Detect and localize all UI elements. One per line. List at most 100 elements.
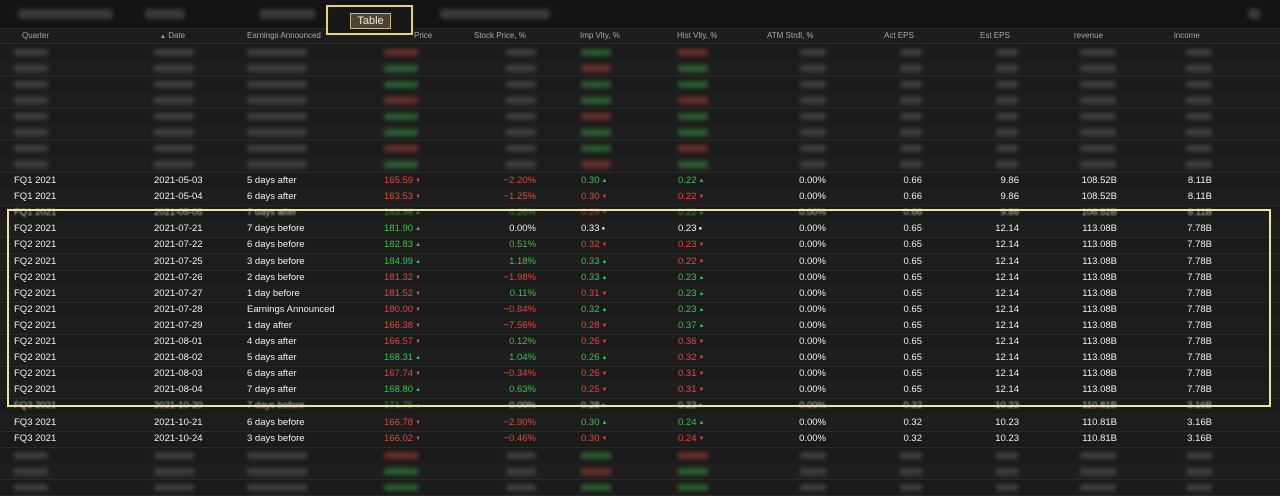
blurred-cell (14, 81, 48, 88)
quarter-cell-value: FQ2 2021 (14, 352, 57, 364)
table-row[interactable]: FQ3 2021 2021-10-21 6 days before 166.78 ▼ −2… (0, 414, 1280, 432)
act-eps-cell-value: 0.65 (903, 255, 923, 267)
up-arrow-icon: ▲ (698, 210, 705, 217)
blurred-cell (678, 161, 708, 168)
est-eps-cell: 12.14 (995, 384, 1019, 395)
blurred-cell (1080, 452, 1116, 459)
revenue-cell-value: 113.08B (1082, 336, 1117, 347)
act-eps-cell: 0.66 (904, 207, 923, 218)
col-header-income[interactable]: income (1174, 31, 1200, 40)
stock-price-pct-cell: −0.84% (504, 304, 537, 315)
down-arrow-icon: ▼ (601, 371, 608, 378)
revenue-cell-value: 110.81B (1082, 416, 1117, 428)
stock-price-pct-cell: 0.63% (509, 384, 536, 395)
income-cell: 7.78B (1187, 368, 1212, 379)
revenue-cell-value: 110.81B (1082, 432, 1117, 444)
atm-strdl-cell-value: 0.00% (799, 239, 826, 251)
revenue-cell: 110.81B (1082, 433, 1117, 444)
table-row[interactable]: FQ3 2021 2021-10-24 3 days before 166.02 ▼ −0… (0, 431, 1280, 448)
toolbar-title-blurred (18, 9, 113, 19)
atm-strdl-cell: 0.00% (799, 239, 826, 250)
table-row[interactable]: FQ2 2021 2021-07-27 1 day before 181.52 ▼ 0.1… (0, 285, 1280, 303)
col-header-stock-price-pct[interactable]: Stock Price, % (474, 31, 526, 40)
table-row[interactable]: FQ2 2021 2021-07-28 Earnings Announced 180.… (0, 302, 1280, 319)
stock-price-pct-cell: −2.90% (504, 417, 537, 428)
imp-vlty-cell: 0.30 ▲ (581, 175, 607, 186)
hist-vlty-cell-value: 0.32 (678, 352, 697, 364)
table-row[interactable]: FQ1 2021 2021-05-05 7 days after 163.96 ▲ 0.2… (0, 205, 1280, 223)
col-header-est-eps[interactable]: Est EPS (980, 31, 1010, 40)
revenue-cell: 113.08B (1082, 304, 1117, 315)
earnings-announced-cell: 3 days before (247, 433, 305, 444)
col-header-price[interactable]: Price (414, 31, 432, 40)
quarter-cell: FQ1 2021 (14, 191, 56, 202)
toolbar-item-blurred[interactable] (440, 9, 550, 19)
blurred-cell (14, 161, 48, 168)
est-eps-cell-value: 9.86 (1000, 175, 1020, 186)
col-header-imp-vlty[interactable]: Imp Vlty, % (580, 31, 620, 40)
col-header-quarter[interactable]: Quarter (22, 31, 49, 40)
table-row[interactable]: FQ2 2021 2021-07-22 6 days before 182.83 ▲ 0.… (0, 237, 1280, 255)
table-row[interactable]: FQ2 2021 2021-08-01 4 days after 166.57 ▼ 0.1… (0, 334, 1280, 351)
quarter-cell-value: FQ1 2021 (14, 207, 57, 219)
table-row[interactable]: FQ2 2021 2021-07-26 2 days before 181.32 ▼ −1… (0, 270, 1280, 287)
quarter-cell: FQ2 2021 (14, 239, 56, 250)
hist-vlty-cell: 0.31 ▼ (678, 384, 704, 395)
date-cell: 2021-07-26 (154, 272, 203, 283)
table-row[interactable]: FQ2 2021 2021-08-03 6 days after 167.74 ▼ −0.… (0, 366, 1280, 384)
down-arrow-icon: ▼ (698, 435, 705, 442)
quarter-cell: FQ2 2021 (14, 272, 56, 283)
table-row[interactable]: FQ2 2021 2021-08-02 5 days after 168.31 ▲ 1.0… (0, 350, 1280, 368)
hist-vlty-cell-value: 0.23 (678, 287, 697, 299)
atm-strdl-cell-value: 0.00% (799, 223, 826, 235)
atm-strdl-cell-value: 0.00% (799, 271, 826, 283)
table-row[interactable]: FQ2 2021 2021-07-29 1 day after 166.38 ▼ −7.5… (0, 317, 1280, 335)
blurred-cell (14, 145, 48, 152)
sort-ascending-icon: ▲ (160, 34, 166, 40)
est-eps-cell-value: 10.23 (995, 416, 1019, 428)
up-arrow-icon: ▲ (698, 322, 705, 329)
hist-vlty-cell-value: 0.24 (678, 416, 697, 428)
col-header-atm-strdl[interactable]: ATM Strdl, % (767, 31, 814, 40)
toolbar-corner-icon[interactable] (1248, 9, 1260, 19)
table-row[interactable]: FQ1 2021 2021-05-03 5 days after 165.59 ▼ −2.… (0, 173, 1280, 190)
price-cell-value: 171.75 (384, 400, 414, 412)
table-row[interactable]: FQ2 2021 2021-07-25 3 days before 184.99 ▲ 1.… (0, 253, 1280, 271)
income-cell: 7.78B (1187, 384, 1212, 395)
col-header-act-eps[interactable]: Act EPS (884, 31, 914, 40)
table-header: Quarter ▲ Date Earnings Announced Price … (0, 29, 1280, 44)
blurred-cell (678, 452, 708, 459)
toolbar-item-blurred[interactable] (260, 9, 315, 19)
col-header-earnings-announced[interactable]: Earnings Announced (247, 31, 321, 40)
table-row[interactable]: FQ2 2021 2021-07-21 7 days before 181.90 ▲ 0.… (0, 221, 1280, 239)
col-header-date-wrap[interactable]: ▲ Date (160, 31, 185, 40)
imp-vlty-cell-value: 0.32 (581, 303, 600, 315)
stock-price-pct-cell-value: 0.11% (509, 287, 536, 299)
col-header-revenue[interactable]: revenue (1074, 31, 1103, 40)
date-cell: 2021-05-03 (154, 175, 203, 186)
hist-vlty-cell: 0.36 ▼ (678, 336, 704, 347)
blurred-cell (14, 97, 48, 104)
blurred-cell (506, 129, 536, 136)
table-row[interactable]: FQ3 2021 2021-10-20 7 days before 171.75 ▲ 0.… (0, 398, 1280, 416)
up-arrow-icon: ▲ (601, 178, 608, 184)
price-cell-value: 182.83 (384, 239, 414, 251)
toolbar-field-blurred[interactable] (145, 9, 185, 19)
price-cell: 166.02 ▼ (384, 433, 421, 444)
blurred-cell (900, 113, 922, 120)
table-view-button[interactable]: Table (350, 13, 391, 29)
earnings-announced-cell-value: 2 days before (247, 271, 305, 283)
table-row[interactable]: FQ2 2021 2021-08-04 7 days after 168.80 ▲ 0.6… (0, 382, 1280, 400)
est-eps-cell-value: 9.86 (1000, 191, 1020, 203)
blurred-cell (154, 468, 194, 475)
stock-price-pct-cell: −7.56% (504, 320, 537, 331)
earnings-announced-cell-value: 7 days after (247, 207, 297, 219)
col-header-hist-vlty[interactable]: Hist Vlty, % (677, 31, 717, 40)
stock-price-pct-cell-value: 0.51% (509, 239, 536, 251)
imp-vlty-cell-value: 0.33 (581, 255, 600, 267)
table-row[interactable]: FQ1 2021 2021-05-04 6 days after 163.53 ▼ −1.… (0, 189, 1280, 207)
quarter-cell: FQ3 2021 (14, 433, 56, 444)
earnings-announced-cell-value: 7 days before (247, 223, 305, 235)
act-eps-cell: 0.65 (904, 223, 923, 234)
income-cell: 7.78B (1187, 239, 1212, 250)
